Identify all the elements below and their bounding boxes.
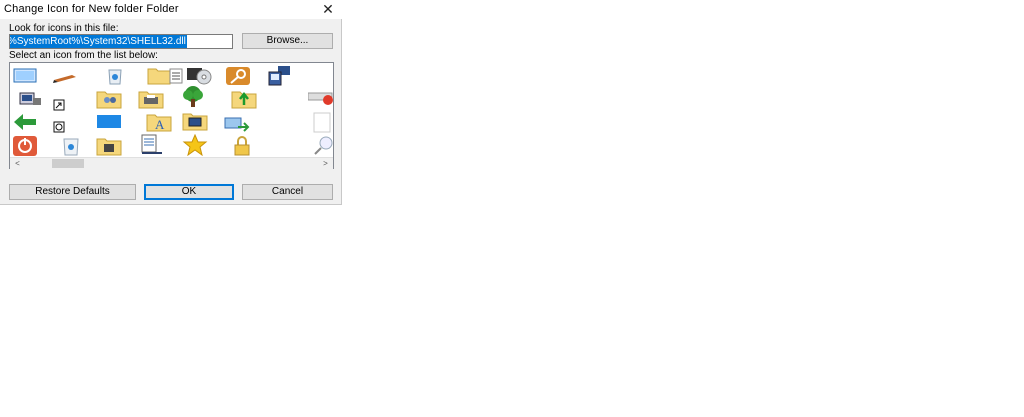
lock-icon[interactable] [229,135,255,157]
icon-file-value: %SystemRoot%\System32\SHELL32.dll [9,35,187,48]
star-icon[interactable] [182,134,208,156]
folder-computer-icon[interactable] [182,110,208,132]
remove-drive-icon[interactable] [308,88,333,110]
restore-defaults-button[interactable]: Restore Defaults [9,184,136,200]
pen-icon[interactable] [52,65,78,87]
horizontal-scrollbar[interactable]: < > [10,157,333,169]
change-icon-dialog: Change Icon for New folder Folder ✕ Look… [0,0,342,205]
network-computers-icon[interactable] [266,65,292,87]
network-arrows-icon[interactable] [224,113,250,135]
monitor-window-icon[interactable] [12,65,38,87]
folder-tools-icon[interactable] [96,135,122,157]
cd-drive-icon[interactable] [186,65,212,87]
svg-text:A: A [155,117,165,132]
folder-list-icon[interactable] [158,65,184,87]
cancel-button[interactable]: Cancel [242,184,333,200]
icon-list[interactable]: A [9,62,334,169]
key-icon[interactable] [225,65,251,87]
recycle-bin-icon[interactable] [102,65,128,87]
tree-icon[interactable] [180,86,206,108]
close-button[interactable]: ✕ [320,2,336,17]
recycle-bin-empty-icon[interactable] [58,135,84,157]
search-icon[interactable] [310,135,333,157]
icon-list-label: Select an icon from the list below: [9,50,158,61]
dialog-title: Change Icon for New folder Folder [4,3,179,15]
scrollbar-thumb[interactable] [52,159,84,168]
browse-button[interactable]: Browse... [242,33,333,49]
shortcut-arrow-icon[interactable] [52,96,78,118]
document-list-icon[interactable] [138,133,164,155]
file-label: Look for icons in this file: [9,23,119,34]
blue-rectangle-icon[interactable] [96,111,122,133]
title-bar: Change Icon for New folder Folder ✕ [0,0,342,19]
ok-button[interactable]: OK [144,184,234,200]
blank-page-icon[interactable] [310,111,333,133]
folder-users-icon[interactable] [96,88,122,110]
folder-up-icon[interactable] [231,88,257,110]
folder-printer-icon[interactable] [138,88,164,110]
back-arrow-icon[interactable] [12,111,38,133]
computer-printer-icon[interactable] [17,88,43,110]
folder-font-icon[interactable]: A [146,111,172,133]
scroll-right-arrow[interactable]: > [320,158,331,169]
power-icon[interactable] [12,135,38,157]
scroll-left-arrow[interactable]: < [12,158,23,169]
icon-file-input[interactable]: %SystemRoot%\System32\SHELL32.dll [9,34,233,49]
